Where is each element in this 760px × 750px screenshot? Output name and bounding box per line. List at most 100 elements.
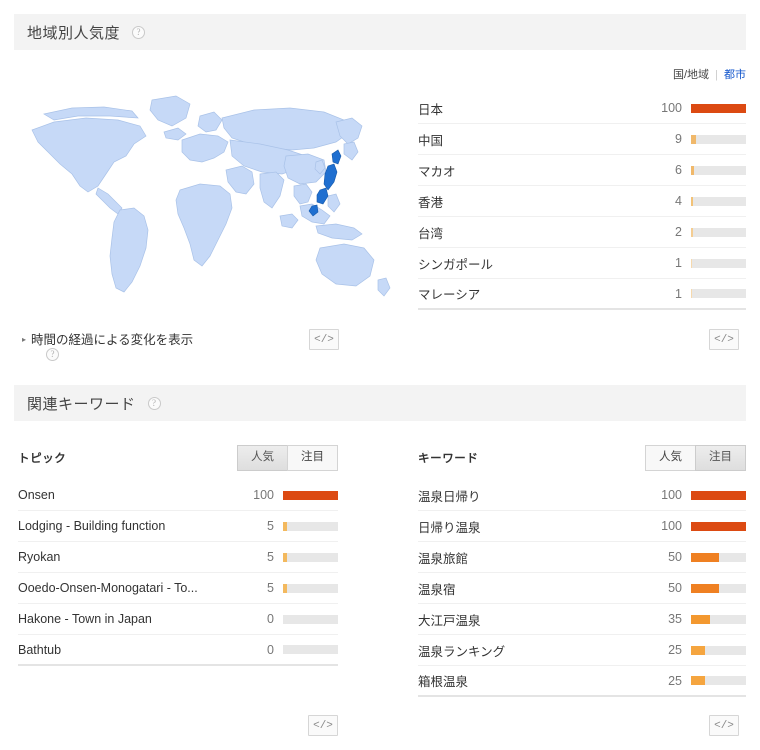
geo-list-item[interactable]: 日本 100 [418,93,746,124]
bar-fill [283,490,338,500]
rank-value: 100 [661,519,682,533]
toggle-separator: | [715,69,718,81]
topic-list-item[interactable]: Hakone - Town in Japan 0 [18,604,338,635]
topic-list-item[interactable]: Bathtub 0 [18,635,338,666]
rank-label: 温泉旅館 [418,551,469,566]
rank-label: シンガポール [418,257,494,272]
bar-fill [691,134,696,144]
geo-list-item[interactable]: マレーシア 1 [418,279,746,310]
bar-fill [691,583,719,593]
show-change-over-time-label: 時間の経過による変化を表示 [31,333,194,347]
help-icon-time-change[interactable]: ? [46,348,59,361]
bar-fill [283,552,287,562]
keywords-title: キーワード [418,453,479,465]
keyword-list-item[interactable]: 温泉旅館 50 [418,542,746,573]
topic-list-item[interactable]: Onsen 100 [18,480,338,511]
rank-label: Ooedo-Onsen-Monogatari - To... [18,581,198,595]
keyword-list-item[interactable]: 温泉ランキング 25 [418,635,746,666]
bar-track [283,614,338,624]
rank-value: 1 [675,256,682,270]
keywords-tab-selected[interactable]: 注目 [695,445,746,471]
rank-value: 9 [675,132,682,146]
geo-list-item[interactable]: 中国 9 [418,124,746,155]
rank-value: 35 [668,612,682,626]
bar-fill [691,289,693,298]
bar-fill [283,521,287,531]
bar-track [691,614,746,624]
geo-list-item[interactable]: 台湾 2 [418,217,746,248]
keywords-ranking-list: 温泉日帰り 100 日帰り温泉 100 温泉旅館 50 温泉宿 50 大江戸温泉 35 温泉ランキン… [418,480,746,697]
rank-label: マカオ [418,164,456,179]
chevron-right-icon: ▸ [22,335,27,344]
rank-value: 100 [661,101,682,115]
bar-track [691,103,746,113]
show-change-over-time-link[interactable]: ▸ 時間の経過による変化を表示 [22,329,193,348]
help-icon-related[interactable]: ? [147,396,161,410]
world-map[interactable] [14,78,400,323]
rank-label: 大江戸温泉 [418,613,481,628]
bar-track [691,289,746,298]
rank-label: 温泉日帰り [418,489,481,504]
bar-fill [691,196,694,206]
topics-tab-option[interactable]: 注目 [287,445,338,471]
geo-ranking-list: 日本 100 中国 9 マカオ 6 香港 4 台湾 2 シンガポール 1 マレーシア 1 [418,93,746,310]
trends-page: 地域別人気度 ? 国/地域 | 都市 日本 100 中国 9 マカオ 6 香港 … [0,0,760,750]
rank-label: 温泉宿 [418,582,456,597]
rank-value: 50 [668,581,682,595]
bar-fill [691,490,746,500]
bar-track [691,521,746,531]
bar-track [691,676,746,685]
rank-value: 6 [675,163,682,177]
rank-label: Onsen [18,488,55,502]
bar-track [691,165,746,175]
rank-value: 1 [675,286,682,301]
bar-track [691,490,746,500]
bar-fill [691,552,719,562]
topic-list-item[interactable]: Lodging - Building function 5 [18,511,338,542]
bar-fill [691,521,746,531]
rank-value: 4 [675,194,682,208]
help-icon[interactable]: ? [132,25,146,39]
topics-tab-selected[interactable]: 人気 [237,445,287,471]
rank-label: 箱根温泉 [418,675,469,689]
embed-button-map[interactable]: </> [309,329,339,350]
bar-track [283,521,338,531]
bar-track [691,196,746,206]
geo-list-item[interactable]: マカオ 6 [418,155,746,186]
rank-label: 台湾 [418,226,444,241]
keyword-list-item[interactable]: 箱根温泉 25 [418,666,746,697]
rank-value: 5 [267,519,274,533]
rank-label: 中国 [418,133,444,148]
keyword-list-item[interactable]: 温泉宿 50 [418,573,746,604]
rank-label: 日本 [418,102,444,117]
embed-button-topics[interactable]: </> [308,715,338,736]
bar-track [283,552,338,562]
rank-value: 0 [267,612,274,626]
keyword-list-item[interactable]: 温泉日帰り 100 [418,480,746,511]
rank-value: 100 [253,488,274,502]
keywords-tab-group: 人気 注目 [645,445,746,471]
embed-button-keywords[interactable]: </> [709,715,739,736]
embed-button-geo-list[interactable]: </> [709,329,739,350]
keyword-list-item[interactable]: 日帰り温泉 100 [418,511,746,542]
keyword-list-item[interactable]: 大江戸温泉 35 [418,604,746,635]
toggle-country-link[interactable]: 国/地域 [673,69,709,81]
keywords-tab-option[interactable]: 人気 [645,445,695,471]
topic-list-item[interactable]: Ryokan 5 [18,542,338,573]
topics-ranking-list: Onsen 100 Lodging - Building function 5 Ryok… [18,480,338,666]
topic-list-item[interactable]: Ooedo-Onsen-Monogatari - To... 5 [18,573,338,604]
bar-track [691,645,746,655]
keywords-column-header: キーワード 人気 注目 [418,445,746,471]
geo-list-item[interactable]: シンガポール 1 [418,248,746,279]
related-section-title: 関連キーワード [27,395,136,413]
rank-label: Ryokan [18,550,61,564]
rank-label: Hakone - Town in Japan [18,612,152,626]
geo-list-item[interactable]: 香港 4 [418,186,746,217]
rank-value: 2 [675,225,682,239]
topics-tab-group: 人気 注目 [237,445,338,471]
world-map-svg [31,95,391,297]
toggle-city-link[interactable]: 都市 [724,69,746,81]
bar-track [691,134,746,144]
rank-label: Lodging - Building function [18,519,166,533]
bar-track [691,552,746,562]
